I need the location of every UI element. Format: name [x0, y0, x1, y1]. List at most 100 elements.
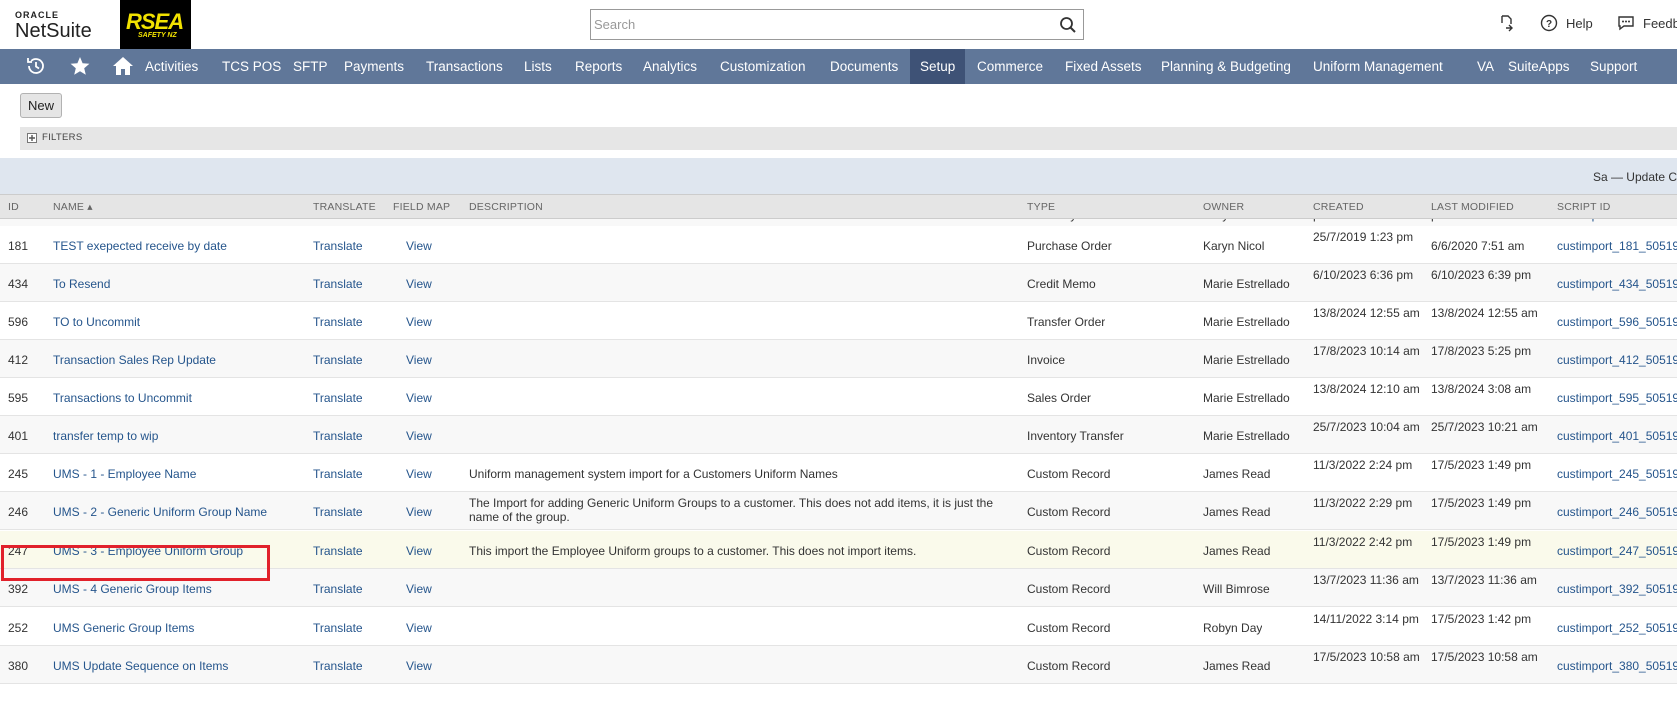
col-header-id[interactable]: ID — [8, 201, 19, 213]
new-button[interactable]: New — [20, 93, 62, 118]
row-translate-link[interactable]: Translate — [313, 621, 363, 635]
row-name-link[interactable]: Transaction Sales Rep Update — [53, 353, 216, 367]
nav-item-suiteapps[interactable]: SuiteApps — [1498, 49, 1580, 84]
col-header-field-map[interactable]: FIELD MAP — [393, 201, 450, 213]
nav-item-uniform-management[interactable]: Uniform Management — [1303, 49, 1453, 84]
col-header-script-id[interactable]: SCRIPT ID — [1557, 201, 1611, 213]
row-translate-link[interactable]: Translate — [313, 582, 363, 596]
row-script-id-link[interactable]: custimport_392_505194 — [1557, 582, 1677, 596]
row-script-id-link[interactable]: custimport_401_505194 — [1557, 429, 1677, 443]
row-script-id-link[interactable]: custimport_412_505194 — [1557, 353, 1677, 367]
col-header-created[interactable]: CREATED — [1313, 201, 1364, 213]
row-name-link[interactable]: UMS - 3 - Employee Uniform Group — [53, 544, 243, 558]
row-field-map-link[interactable]: View — [406, 582, 432, 596]
row-name-link[interactable]: UMS - 2 - Generic Uniform Group Name — [53, 505, 267, 519]
row-name-link[interactable]: UMS Update Sequence on Items — [53, 659, 228, 673]
nav-item-activities[interactable]: Activities — [135, 49, 208, 84]
nav-item-sftp[interactable]: SFTP — [283, 49, 338, 84]
recent-history-icon[interactable] — [25, 55, 47, 77]
row-id: 392 — [8, 582, 29, 596]
row-field-map-link[interactable]: View — [406, 239, 432, 253]
nav-item-commerce[interactable]: Commerce — [967, 49, 1053, 84]
row-name-link[interactable]: test 2 — [53, 219, 82, 222]
row-translate-link[interactable]: Translate — [313, 239, 363, 253]
nav-item-lists[interactable]: Lists — [514, 49, 562, 84]
row-translate-link[interactable]: Translate — [313, 353, 363, 367]
row-translate-link[interactable]: Translate — [313, 505, 363, 519]
row-field-map-link[interactable]: View — [406, 353, 432, 367]
help-button[interactable]: ? Help — [1540, 14, 1593, 32]
nav-item-customization[interactable]: Customization — [710, 49, 816, 84]
row-script-id-link[interactable]: custimport_247_505194 — [1557, 544, 1677, 558]
row-field-map-link[interactable]: View — [406, 429, 432, 443]
row-translate-link[interactable]: Translate — [313, 219, 363, 222]
nav-item-setup[interactable]: Setup — [910, 49, 966, 84]
row-translate-link[interactable]: Translate — [313, 429, 363, 443]
row-name-link[interactable]: transfer temp to wip — [53, 429, 158, 443]
recent-records-button[interactable] — [1497, 14, 1515, 32]
row-field-map-link[interactable]: View — [406, 659, 432, 673]
netsuite-logo[interactable]: ORACLE NetSuite — [15, 11, 92, 42]
col-header-translate[interactable]: TRANSLATE — [313, 201, 376, 213]
row-script-id-link[interactable]: custimporttest2 — [1557, 219, 1677, 222]
row-name-link[interactable]: UMS - 1 - Employee Name — [53, 467, 196, 481]
row-script-id-link[interactable]: custimport_252_505194 — [1557, 621, 1677, 635]
row-field-map-link[interactable]: View — [406, 315, 432, 329]
row-name-link[interactable]: UMS - 4 Generic Group Items — [53, 582, 212, 596]
col-header-description[interactable]: DESCRIPTION — [469, 201, 543, 213]
row-translate-link[interactable]: Translate — [313, 544, 363, 558]
rsea-logo[interactable]: RSEA SAFETY NZ — [120, 0, 191, 49]
row-translate-link[interactable]: Translate — [313, 315, 363, 329]
row-field-map-link[interactable]: View — [406, 219, 432, 222]
nav-item-payments[interactable]: Payments — [334, 49, 414, 84]
nav-item-analytics[interactable]: Analytics — [633, 49, 707, 84]
row-field-map-link[interactable]: View — [406, 391, 432, 405]
table-row: 596 TO to Uncommit Translate View Transfer O… — [0, 302, 1677, 340]
favorites-star-icon[interactable] — [69, 55, 91, 77]
row-translate-link[interactable]: Translate — [313, 467, 363, 481]
row-owner: Karyn Nicol — [1203, 239, 1265, 253]
row-id: 247 — [8, 544, 29, 558]
nav-item-documents[interactable]: Documents — [820, 49, 908, 84]
row-script-id-link[interactable]: custimport_181_505194 — [1557, 239, 1677, 253]
row-owner: Will Bimrose — [1203, 582, 1270, 596]
row-field-map-link[interactable]: View — [406, 621, 432, 635]
row-script-id-link[interactable]: custimport_595_505194 — [1557, 391, 1677, 405]
row-name-link[interactable]: TO to Uncommit — [53, 315, 140, 329]
row-field-map-link[interactable]: View — [406, 277, 432, 291]
row-name-link[interactable]: UMS Generic Group Items — [53, 621, 194, 635]
row-script-id-link[interactable]: custimport_246_505194 — [1557, 505, 1677, 519]
row-owner: James Read — [1203, 467, 1271, 481]
nav-item-planning-budgeting[interactable]: Planning & Budgeting — [1151, 49, 1301, 84]
row-translate-link[interactable]: Translate — [313, 659, 363, 673]
nav-item-reports[interactable]: Reports — [565, 49, 632, 84]
row-name-link[interactable]: TEST exepected receive by date — [53, 239, 227, 253]
nav-item-transactions[interactable]: Transactions — [416, 49, 513, 84]
row-script-id-link[interactable]: custimport_380_505194 — [1557, 659, 1677, 673]
col-header-type[interactable]: TYPE — [1027, 201, 1055, 213]
row-field-map-link[interactable]: View — [406, 544, 432, 558]
row-name-link[interactable]: To Resend — [53, 277, 110, 291]
row-last-modified: 13/8/2024 3:08 am — [1431, 382, 1532, 396]
row-script-id-link[interactable]: custimport_434_505194 — [1557, 277, 1677, 291]
row-owner: James Read — [1203, 505, 1271, 519]
col-header-owner[interactable]: OWNER — [1203, 201, 1244, 213]
row-last-modified: 13/7/2023 11:36 am — [1431, 573, 1537, 587]
col-header-last-modified[interactable]: LAST MODIFIED — [1431, 201, 1514, 213]
row-field-map-link[interactable]: View — [406, 467, 432, 481]
search-input[interactable] — [591, 10, 1031, 39]
row-script-id-link[interactable]: custimport_596_505194 — [1557, 315, 1677, 329]
row-field-map-link[interactable]: View — [406, 505, 432, 519]
filters-toggle[interactable]: FILTERS — [20, 127, 1677, 150]
search-icon[interactable] — [1059, 16, 1077, 34]
feedback-button[interactable]: Feedb — [1617, 14, 1677, 32]
home-icon[interactable] — [112, 55, 134, 77]
row-name-link[interactable]: Transactions to Uncommit — [53, 391, 192, 405]
row-script-id-link[interactable]: custimport_245_505194 — [1557, 467, 1677, 481]
row-translate-link[interactable]: Translate — [313, 391, 363, 405]
nav-item-tcs-pos[interactable]: TCS POS — [212, 49, 291, 84]
row-translate-link[interactable]: Translate — [313, 277, 363, 291]
nav-item-fixed-assets[interactable]: Fixed Assets — [1055, 49, 1152, 84]
col-header-name[interactable]: NAME ▴ — [53, 201, 93, 213]
nav-item-support[interactable]: Support — [1580, 49, 1647, 84]
